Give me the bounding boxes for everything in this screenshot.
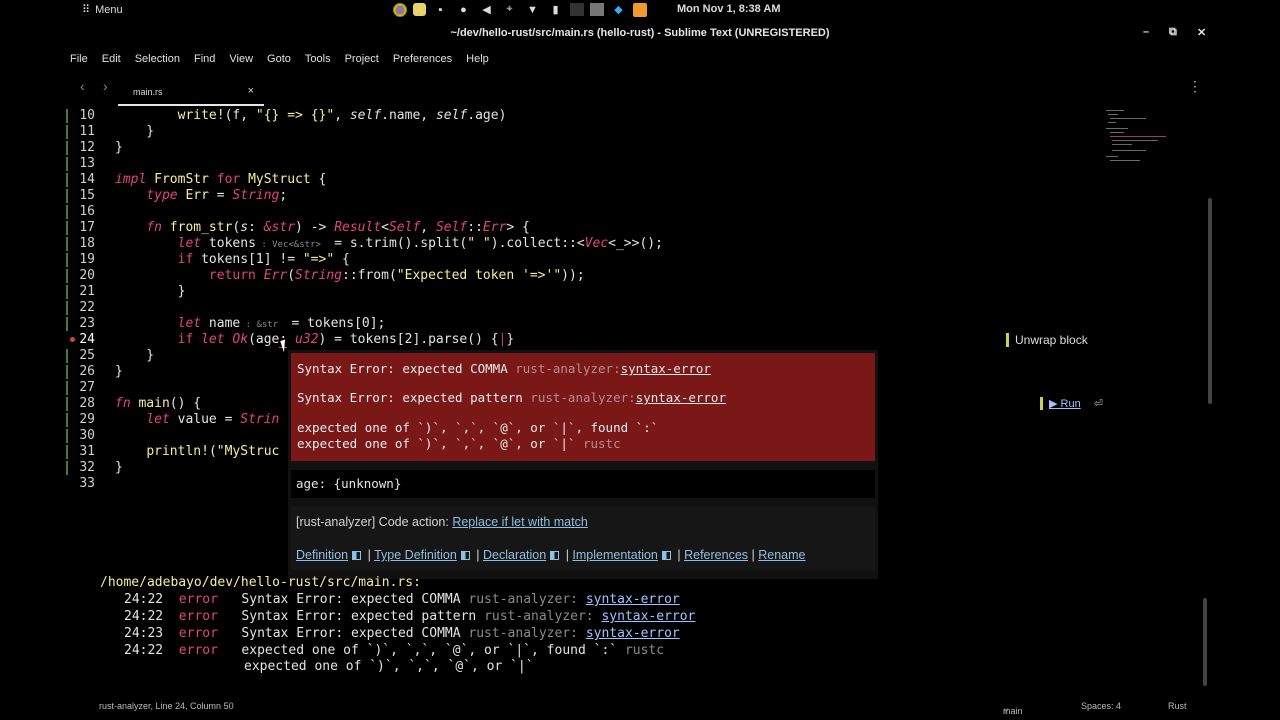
menu-view[interactable]: View xyxy=(229,53,253,65)
sublime-icon[interactable] xyxy=(633,2,647,17)
files-icon[interactable] xyxy=(590,3,604,16)
status-position: rust-analyzer, Line 24, Column 50 xyxy=(99,701,234,711)
code-line: 14 impl FromStr for MyStruct { xyxy=(66,172,966,188)
panel-row[interactable]: 24:22 error Syntax Error: expected COMMA… xyxy=(124,592,680,607)
run-button[interactable]: ▶ Run ⏎ xyxy=(1040,397,1103,410)
references-link[interactable]: References xyxy=(684,548,748,562)
code-line: 22 xyxy=(66,300,966,316)
code-line: 10 write!(f, "{} => {}", self.name, self… xyxy=(66,108,966,124)
rename-link[interactable]: Rename xyxy=(758,548,805,562)
definition-link[interactable]: Definition xyxy=(296,548,348,562)
location-icon[interactable]: ⌖ xyxy=(501,1,518,18)
camera-app-icon[interactable] xyxy=(413,3,426,16)
terminal-icon[interactable] xyxy=(570,3,584,16)
system-tray: ▪ ● ◀ ⌖ ▼ ▮ ◆ xyxy=(393,1,647,18)
title-bar: ~/dev/hello-rust/src/main.rs (hello-rust… xyxy=(66,20,1214,46)
system-menu-button[interactable]: ⠿ Menu xyxy=(82,3,123,17)
syntax-selector[interactable]: Rust xyxy=(1168,701,1187,711)
sublime-window: ~/dev/hello-rust/src/main.rs (hello-rust… xyxy=(66,20,1214,716)
implementation-link[interactable]: Implementation xyxy=(572,548,657,562)
diagnostic-row: Syntax Error: expected pattern rust-anal… xyxy=(297,390,726,405)
code-line: 20 return Err(String::from("Expected tok… xyxy=(66,268,966,284)
chrome-icon[interactable] xyxy=(393,2,407,17)
panel-row[interactable]: 24:22 error Syntax Error: expected patte… xyxy=(124,609,695,624)
menu-preferences[interactable]: Preferences xyxy=(393,53,452,65)
code-line: 19 if tokens[1] != "=>" { xyxy=(66,252,966,268)
code-line: 16 xyxy=(66,204,966,220)
hover-type-info: age: {unknown} xyxy=(291,470,875,498)
code-line: 12} xyxy=(66,140,966,156)
more-options-icon[interactable]: ⋮ xyxy=(1188,78,1202,95)
panel-row[interactable]: 24:22 error expected one of `)`, `,`, `@… xyxy=(124,643,664,658)
system-menu-label: Menu xyxy=(95,3,123,16)
camera-icon[interactable]: ▪ xyxy=(432,1,449,18)
code-line: 15 type Err = String; xyxy=(66,188,966,204)
diagnostic-row: Syntax Error: expected COMMA rust-analyz… xyxy=(297,361,711,376)
menu-bar: File Edit Selection Find View Goto Tools… xyxy=(66,46,1214,72)
declaration-link[interactable]: Declaration xyxy=(483,548,546,562)
menu-tools[interactable]: Tools xyxy=(305,53,331,65)
error-block: Syntax Error: expected COMMA rust-analyz… xyxy=(291,353,875,461)
minimize-button[interactable]: – xyxy=(1143,26,1149,38)
close-button[interactable]: ✕ xyxy=(1197,26,1206,39)
wifi-icon[interactable]: ▼ xyxy=(524,1,541,18)
code-line: 18 let tokens : Vec<&str> = s.trim().spl… xyxy=(66,236,966,252)
code-line-current: 24 if let Ok(age: u32) = tokens[2].parse… xyxy=(66,332,966,348)
indentation-setting[interactable]: Spaces: 4 xyxy=(1081,701,1121,711)
minimap[interactable] xyxy=(1106,108,1168,162)
back-arrow-icon[interactable]: ‹ xyxy=(80,78,85,94)
enter-icon: ⏎ xyxy=(1093,398,1103,410)
syntax-error-link[interactable]: syntax-error xyxy=(621,361,711,376)
editor-scrollbar[interactable] xyxy=(1208,198,1212,404)
menu-edit[interactable]: Edit xyxy=(102,53,121,65)
type-hint: &str xyxy=(256,320,279,330)
menu-find[interactable]: Find xyxy=(194,53,215,65)
clock[interactable]: Mon Nov 1, 8:38 AM xyxy=(677,3,781,15)
diagnostic-row: expected one of `)`, `,`, `@`, or `|`, f… xyxy=(297,420,659,435)
run-label[interactable]: ▶ Run xyxy=(1049,398,1081,410)
menu-file[interactable]: File xyxy=(70,53,88,65)
diagnostic-row: expected one of `)`, `,`, `@`, or `|` ru… xyxy=(297,436,621,451)
system-top-bar: ⠿ Menu ▪ ● ◀ ⌖ ▼ ▮ ◆ Mon Nov 1, 8:38 AM xyxy=(0,0,1280,20)
apps-grid-icon: ⠿ xyxy=(82,4,91,16)
panel-row[interactable]: 24:23 error Syntax Error: expected COMMA… xyxy=(124,626,680,641)
tab-label: main.rs xyxy=(133,87,163,97)
battery-icon[interactable]: ▮ xyxy=(547,1,564,18)
diagnostics-popup: Syntax Error: expected COMMA rust-analyz… xyxy=(288,350,878,579)
vscode-icon[interactable]: ◆ xyxy=(610,1,627,18)
tab-close-icon[interactable]: × xyxy=(248,85,254,97)
window-title: ~/dev/hello-rust/src/main.rs (hello-rust… xyxy=(450,27,830,39)
code-line: 11 } xyxy=(66,124,966,140)
code-action-link[interactable]: Replace if let with match xyxy=(452,515,587,529)
diagnostics-panel[interactable]: /home/adebayo/dev/hello-rust/src/main.rs… xyxy=(66,573,1214,696)
panel-scrollbar[interactable] xyxy=(1203,598,1207,686)
code-line: 17 fn from_str(s: &str) -> Result<Self, … xyxy=(66,220,966,236)
tab-main-rs[interactable]: main.rs × xyxy=(118,80,264,106)
menu-project[interactable]: Project xyxy=(345,53,379,65)
type-definition-link[interactable]: Type Definition xyxy=(374,548,457,562)
menu-goto[interactable]: Goto xyxy=(267,53,291,65)
microphone-icon[interactable]: ● xyxy=(455,1,472,18)
code-line: 23 let name : &str = tokens[0]; xyxy=(66,316,966,332)
type-hint: Vec<&str> xyxy=(272,240,321,250)
forward-arrow-icon[interactable]: › xyxy=(103,78,108,94)
volume-icon[interactable]: ◀ xyxy=(478,1,495,18)
tab-bar: ‹ › main.rs × ⋮ xyxy=(66,72,1214,106)
navigation-links: Definition | Type Definition | Declarati… xyxy=(296,548,806,562)
syntax-error-link[interactable]: syntax-error xyxy=(636,390,726,405)
maximize-button[interactable]: ⧉ xyxy=(1169,26,1177,39)
unwrap-block-button[interactable]: Unwrap block xyxy=(1006,333,1088,347)
menu-help[interactable]: Help xyxy=(466,53,489,65)
status-bar: rust-analyzer, Line 24, Column 50 ⑂ main… xyxy=(99,701,1187,716)
panel-file-path[interactable]: /home/adebayo/dev/hello-rust/src/main.rs… xyxy=(100,575,421,590)
code-line: 21 } xyxy=(66,284,966,300)
panel-row-continuation: expected one of `)`, `,`, `@`, or `|` xyxy=(244,659,534,674)
menu-selection[interactable]: Selection xyxy=(135,53,180,65)
code-line: 13 xyxy=(66,156,966,172)
code-action-block: [rust-analyzer] Code action: Replace if … xyxy=(291,506,875,570)
